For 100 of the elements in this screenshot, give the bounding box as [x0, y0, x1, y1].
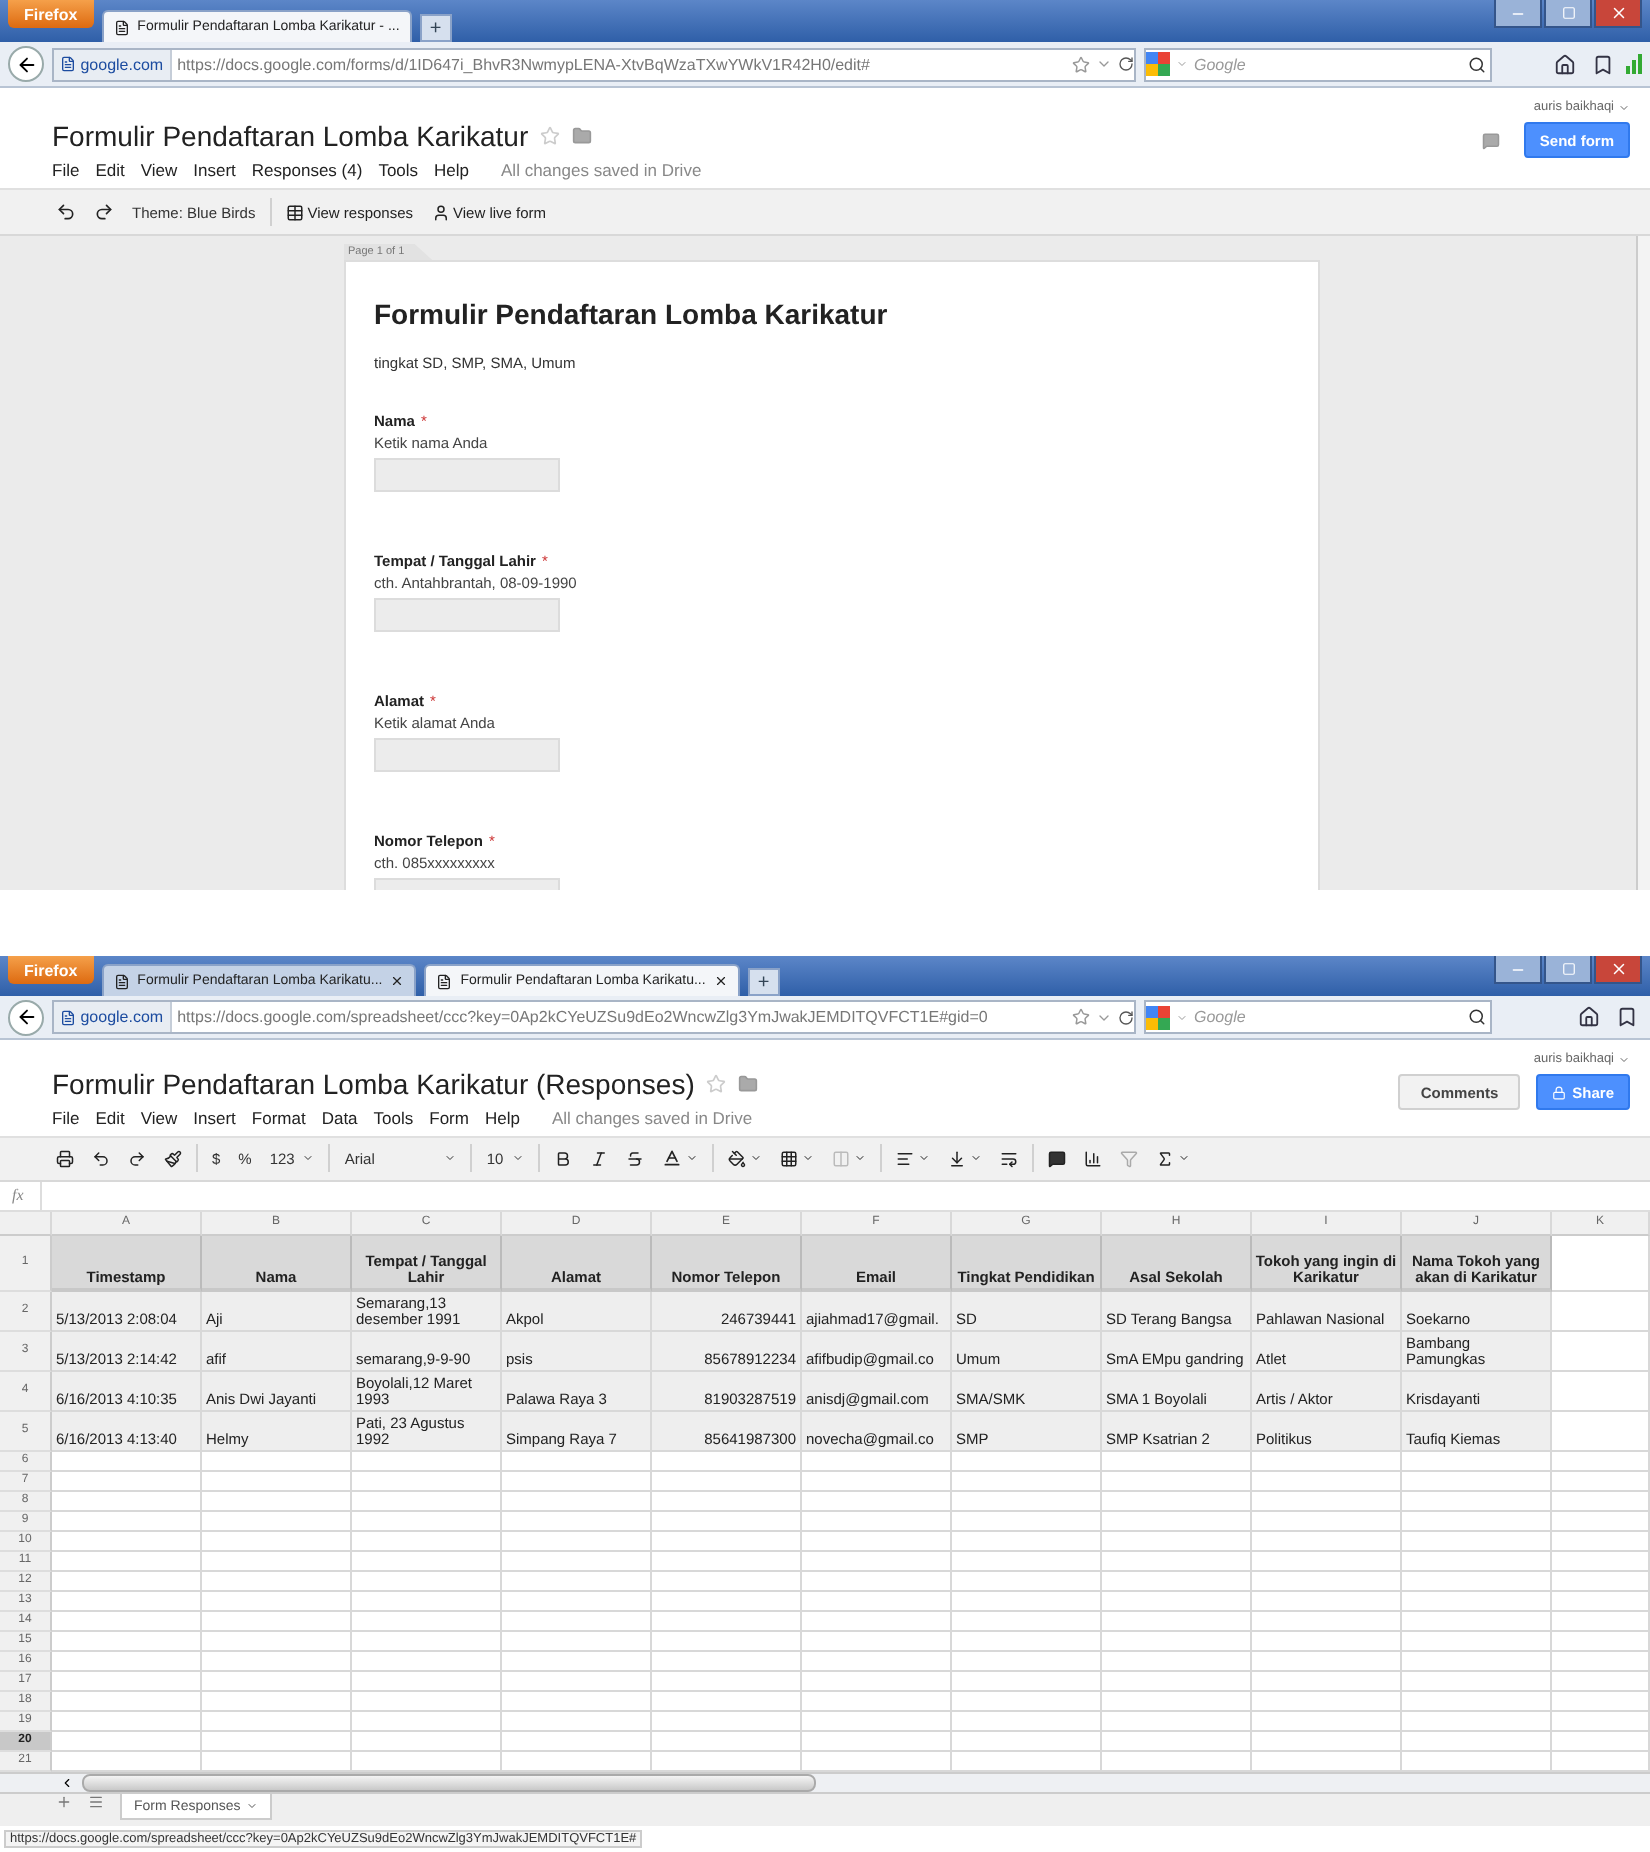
answer-field[interactable] [374, 738, 560, 772]
wrap-text-icon [999, 1149, 1018, 1168]
close-icon [1609, 960, 1627, 978]
italic-icon [589, 1149, 608, 1168]
bookmark-star-icon[interactable] [1072, 55, 1090, 73]
menu-item[interactable]: Form [429, 1107, 469, 1128]
caret-icon [1618, 101, 1630, 113]
form-title: Formulir Pendaftaran Lomba Karikatur [374, 298, 890, 330]
scroll-left-icon[interactable] [60, 1776, 74, 1791]
caret-icon [685, 1152, 698, 1165]
search-icon[interactable] [1468, 55, 1486, 73]
menu-item[interactable]: File [52, 160, 80, 180]
new-tab-button[interactable]: + [747, 968, 780, 997]
lock-icon [1552, 1085, 1567, 1100]
bookmark-star-icon[interactable] [1072, 1008, 1090, 1027]
page-icon [113, 19, 130, 35]
address-bar[interactable]: google.com https://docs.google.com/spreadsheet/ccc?key=0Ap2kCYeUZSu9dEo2WncwZlg3YmJwakJEMDITQVFCT1E#gid=0 [52, 1000, 1136, 1035]
menu-item[interactable]: Edit [95, 160, 125, 180]
save-status: All changes saved in Drive [501, 160, 702, 180]
comment-icon [1482, 131, 1501, 149]
minimize-button[interactable] [1494, 0, 1542, 28]
menu-item[interactable]: Tools [378, 160, 419, 180]
menu-item[interactable]: Format [251, 1107, 306, 1128]
caret-icon [246, 1800, 259, 1813]
menu-item[interactable]: Help [484, 1107, 520, 1128]
menu-item[interactable]: Data [321, 1107, 358, 1128]
folder-icon[interactable] [738, 1073, 759, 1094]
star-icon[interactable] [706, 1073, 727, 1094]
align-bottom-icon [947, 1149, 966, 1168]
menu-item[interactable]: Insert [193, 160, 236, 180]
menu-item[interactable]: View [140, 160, 178, 180]
menu-item[interactable]: Responses (4) [251, 160, 363, 180]
maximize-button[interactable] [1544, 956, 1592, 984]
signal-bars-icon [1626, 54, 1642, 74]
close-icon[interactable] [390, 974, 405, 989]
scroll-thumb[interactable] [82, 1774, 816, 1793]
caret-icon [1177, 1152, 1190, 1165]
caret-icon [511, 1152, 524, 1165]
document-title: Formulir Pendaftaran Lomba Karikatur (Responses) [52, 1067, 695, 1100]
dropdown-icon[interactable] [1096, 56, 1112, 72]
page-icon [436, 973, 453, 990]
address-bar[interactable]: google.com https://docs.google.com/forms/d/1ID647i_BhvR3NwmypLENA-XtvBqWzaTXwYWkV1R42H0/edit# [52, 47, 1136, 81]
strikethrough-icon [625, 1149, 644, 1168]
caret-icon [444, 1152, 457, 1165]
text-color-icon [661, 1148, 682, 1169]
page-icon [60, 1009, 76, 1026]
paintbrush-icon [164, 1149, 182, 1168]
bookmark-icon [1616, 1006, 1638, 1029]
back-button[interactable] [8, 46, 44, 82]
minimize-button[interactable] [1494, 956, 1542, 984]
caret-icon [853, 1152, 866, 1165]
undo-icon [92, 1149, 110, 1168]
home-button[interactable] [1550, 53, 1580, 75]
home-icon [1554, 53, 1576, 75]
maximize-button[interactable] [1544, 0, 1592, 28]
caret-icon [302, 1152, 315, 1165]
document-title: Formulir Pendaftaran Lomba Karikatur [52, 120, 529, 152]
table-icon [285, 203, 304, 221]
maximize-icon [1561, 962, 1575, 976]
menu-item[interactable]: Tools [373, 1107, 414, 1128]
bold-icon [553, 1149, 572, 1168]
close-button[interactable] [1594, 956, 1642, 984]
back-arrow-icon [15, 53, 37, 75]
dropdown-icon [1176, 58, 1188, 70]
page-icon [113, 973, 130, 990]
new-tab-button[interactable]: + [419, 14, 452, 42]
menu-item[interactable]: View [140, 1107, 178, 1128]
caret-icon [1618, 1053, 1630, 1066]
undo-icon [56, 202, 76, 222]
search-field[interactable]: Google [1144, 1000, 1492, 1035]
bar-chart-icon [1083, 1149, 1102, 1168]
filter-icon [1119, 1149, 1138, 1168]
search-icon[interactable] [1468, 1008, 1486, 1027]
caret-icon [801, 1152, 814, 1165]
close-button[interactable] [1594, 0, 1642, 28]
reload-icon[interactable] [1118, 56, 1134, 72]
printer-icon [56, 1149, 74, 1168]
answer-field[interactable] [374, 598, 560, 632]
person-icon [431, 203, 450, 221]
google-logo-icon [1146, 52, 1170, 76]
menu-item[interactable]: Edit [95, 1107, 125, 1128]
sheet-list-icon[interactable] [88, 1794, 104, 1811]
folder-icon[interactable] [572, 126, 593, 146]
redo-icon [128, 1149, 146, 1168]
home-button[interactable] [1574, 1006, 1604, 1029]
star-icon[interactable] [540, 126, 561, 146]
caret-icon [749, 1152, 762, 1165]
search-field[interactable]: Google [1144, 47, 1492, 81]
menu-item[interactable]: Insert [193, 1107, 236, 1128]
back-button[interactable] [8, 999, 44, 1036]
reload-icon[interactable] [1118, 1009, 1134, 1026]
borders-icon [779, 1149, 798, 1168]
close-icon[interactable] [713, 974, 728, 989]
formula-label: fx [12, 1186, 24, 1205]
align-left-icon [895, 1149, 914, 1168]
menu-item[interactable]: File [52, 1107, 80, 1128]
answer-field[interactable] [374, 458, 560, 492]
maximize-icon [1561, 6, 1575, 20]
merge-cells-icon [831, 1149, 850, 1168]
menu-item[interactable]: Help [434, 160, 470, 180]
